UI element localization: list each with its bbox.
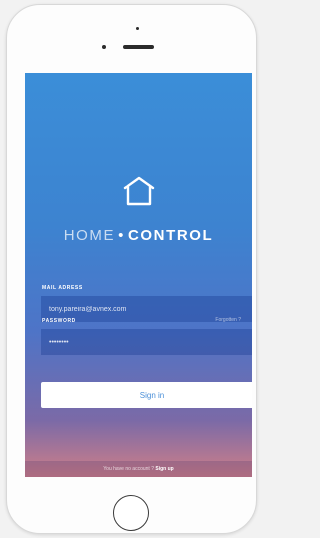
no-account-text: You have no account ? bbox=[103, 466, 154, 472]
brand-separator: • bbox=[118, 227, 125, 244]
password-field[interactable] bbox=[41, 329, 252, 355]
brand-strong-text: CONTROL bbox=[127, 227, 214, 244]
signup-bar: You have no account ? Sign up bbox=[25, 461, 252, 477]
front-camera bbox=[136, 27, 139, 30]
phone-device: HOME•CONTROL MAIL ADRESS PASSWORD Forgot… bbox=[6, 4, 257, 534]
email-label: MAIL ADRESS bbox=[42, 285, 83, 291]
brand-light-text: HOME bbox=[63, 227, 116, 244]
login-screen: HOME•CONTROL MAIL ADRESS PASSWORD Forgot… bbox=[25, 73, 252, 477]
sign-in-button[interactable]: Sign in bbox=[41, 382, 252, 408]
forgotten-password-link[interactable]: Forgotten ? bbox=[215, 317, 241, 323]
app-logo: HOME • CONTROL bbox=[25, 175, 252, 244]
app-brand-name: HOME • CONTROL bbox=[25, 227, 252, 244]
earpiece-speaker bbox=[123, 45, 154, 49]
proximity-sensor bbox=[102, 45, 106, 49]
home-button-icon[interactable] bbox=[113, 495, 149, 531]
sign-up-link[interactable]: Sign up bbox=[155, 466, 173, 472]
password-label: PASSWORD bbox=[42, 318, 76, 324]
house-outline-icon bbox=[123, 176, 154, 206]
